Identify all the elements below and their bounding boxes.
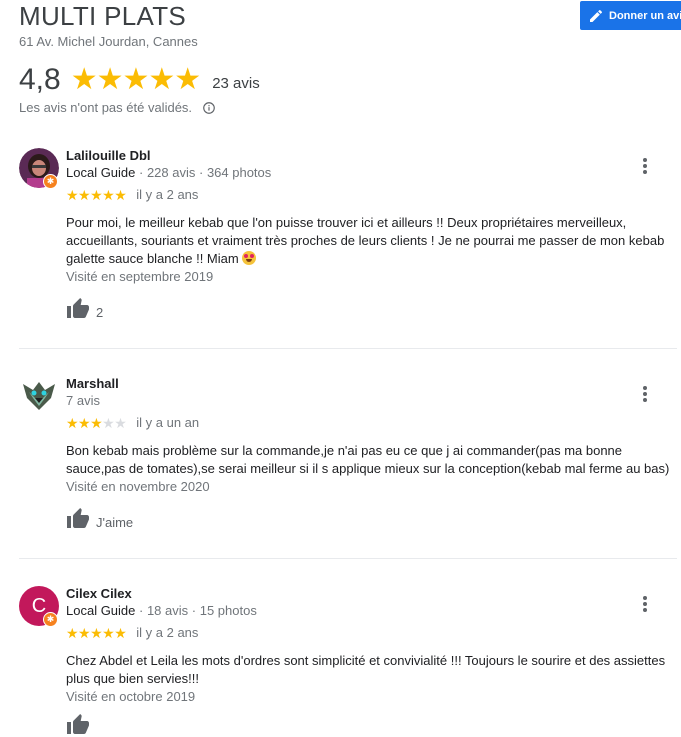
local-guide-badge-icon: ✱ [43, 612, 58, 627]
reviewer-review-count: 7 avis [66, 393, 100, 408]
review-stars-empty: ★★ [102, 414, 127, 431]
reviewer-name[interactable]: Marshall [66, 376, 119, 391]
review-rating: ★★★ ★★ il y a un an [66, 415, 199, 430]
meta-separator: · [135, 603, 147, 618]
write-review-label: Donner un avis [609, 9, 681, 22]
review-rating: ★★★★★ il y a 2 ans [66, 187, 198, 202]
local-guide-label: Local Guide [66, 165, 136, 180]
reviewer-meta: Local Guide · 228 avis · 364 photos [66, 165, 271, 180]
thumb-up-icon [67, 714, 89, 734]
write-review-button[interactable]: Donner un avis [580, 1, 681, 30]
like-label: J'aime [96, 514, 134, 530]
rating-score: 4,8 [19, 63, 61, 96]
like-button[interactable]: 2 [66, 297, 103, 321]
local-guide-label: Local Guide [66, 603, 136, 618]
unverified-text: Les avis n'ont pas été validés. [19, 100, 193, 115]
reviewer-review-count: 18 avis [146, 603, 189, 618]
more-vert-icon[interactable] [636, 385, 654, 403]
review-stars-filled: ★★★ [66, 414, 103, 431]
reviewer-review-count: 228 avis [146, 165, 196, 180]
review-body: Chez Abdel et Leila les mots d'ordres so… [66, 653, 666, 686]
more-vert-icon[interactable] [636, 595, 654, 613]
reviewer-photo-count: 364 photos [206, 165, 272, 180]
pencil-icon [590, 9, 603, 22]
like-button[interactable] [66, 713, 90, 737]
thumb-up-icon [67, 508, 89, 528]
review-body: Bon kebab mais problème sur la commande,… [66, 443, 670, 476]
review-date: il y a 2 ans [136, 187, 199, 202]
heart-eyes-emoji [242, 251, 257, 265]
review-rating: ★★★★★ il y a 2 ans [66, 625, 198, 640]
place-name: MULTI PLATS [19, 1, 187, 31]
reviewer-meta: Local Guide · 18 avis · 15 photos [66, 603, 257, 618]
reviewer-avatar[interactable] [19, 376, 59, 416]
reviewer-photo-count: 15 photos [199, 603, 257, 618]
meta-separator: · [135, 165, 147, 180]
reviewer-name[interactable]: Lalilouille Dbl [66, 148, 151, 163]
visited-date: Visité en septembre 2019 [66, 269, 214, 284]
meta-separator: · [188, 603, 200, 618]
meta-separator: · [195, 165, 207, 180]
review-stars-filled: ★★★★★ [66, 186, 127, 203]
rating-stars: ★★★★★ [70, 63, 201, 96]
review-stars-filled: ★★★★★ [66, 624, 127, 641]
place-address: 61 Av. Michel Jourdan, Cannes [19, 34, 198, 49]
reviewer-name[interactable]: Cilex Cilex [66, 586, 132, 601]
visited-date: Visité en octobre 2019 [66, 689, 196, 704]
more-vert-icon[interactable] [636, 157, 654, 175]
local-guide-badge-icon: ✱ [43, 174, 58, 189]
like-button[interactable]: J'aime [66, 507, 133, 531]
review-date: il y a un an [136, 415, 200, 430]
review-text: Bon kebab mais problème sur la commande,… [66, 442, 676, 496]
like-count: 2 [96, 304, 104, 320]
overall-rating: 4,8 ★★★★★ 23 avis [19, 63, 260, 97]
review-date: il y a 2 ans [136, 625, 199, 640]
review-text: Pour moi, le meilleur kebab que l'on pui… [66, 214, 676, 286]
info-icon[interactable] [202, 101, 216, 115]
review-count[interactable]: 23 avis [212, 75, 260, 92]
review-divider [19, 348, 677, 349]
review-body: Pour moi, le meilleur kebab que l'on pui… [66, 215, 665, 266]
review-divider [19, 558, 677, 559]
visited-date: Visité en novembre 2020 [66, 479, 210, 494]
thumb-up-icon [67, 298, 89, 318]
reviewer-meta: 7 avis [66, 393, 100, 408]
review-text: Chez Abdel et Leila les mots d'ordres so… [66, 652, 676, 706]
unverified-notice: Les avis n'ont pas été validés. [19, 100, 216, 115]
